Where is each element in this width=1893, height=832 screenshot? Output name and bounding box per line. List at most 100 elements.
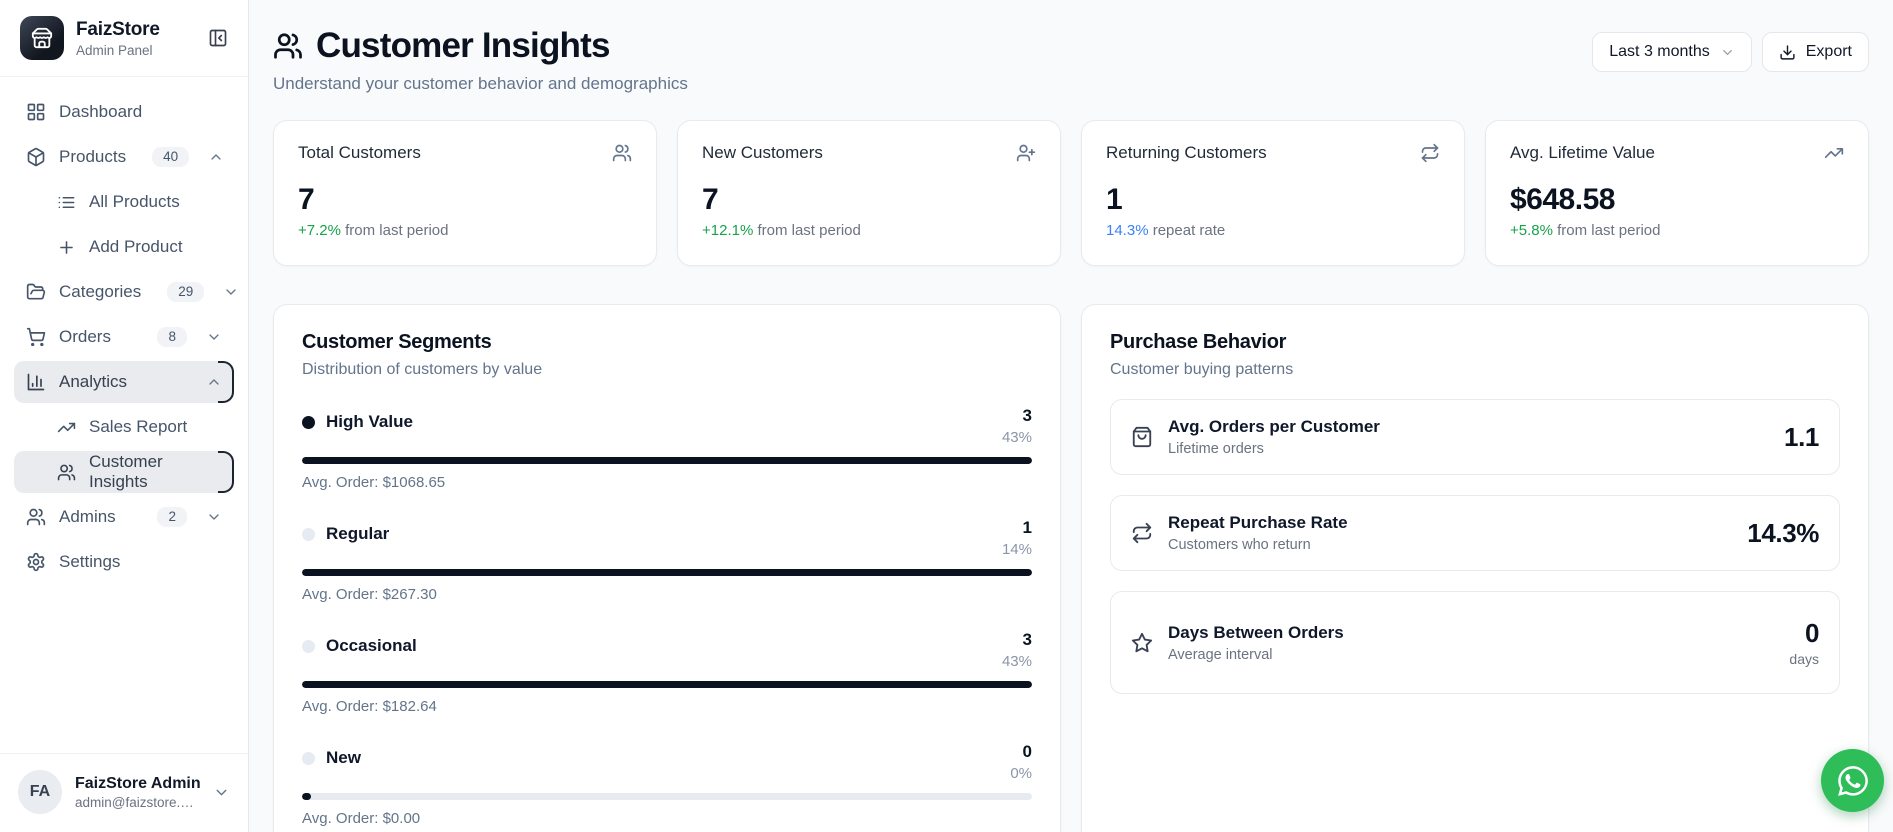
- chevron-down-icon: [206, 509, 222, 525]
- store-logo: [20, 16, 64, 60]
- sidebar-item-sales-report[interactable]: Sales Report: [14, 406, 234, 448]
- user-plus-icon: [1016, 143, 1036, 163]
- sidebar-item-all-products[interactable]: All Products: [14, 181, 234, 223]
- stat-delta-suffix: from last period: [753, 222, 861, 239]
- stat-value: 1: [1106, 183, 1440, 217]
- segment-row-high-value: High Value 3 43% Avg. Order: $1068.65: [302, 406, 1032, 491]
- download-icon: [1779, 44, 1796, 61]
- segment-bar: [302, 793, 1032, 800]
- chevron-down-icon: [223, 284, 239, 300]
- panel-subtitle: Distribution of customers by value: [302, 361, 1032, 379]
- shopping-cart-icon: [26, 327, 46, 347]
- sidebar-item-products[interactable]: Products 40: [14, 136, 234, 178]
- segment-name: Occasional: [326, 636, 417, 656]
- stat-card-returning-customers: Returning Customers 1 14.3% repeat rate: [1081, 120, 1465, 266]
- panel-left-icon: [208, 28, 228, 48]
- sidebar-item-analytics[interactable]: Analytics: [14, 361, 234, 403]
- stat-delta-suffix: from last period: [1553, 222, 1661, 239]
- sidebar-item-label: Products: [59, 147, 126, 167]
- panel-subtitle: Customer buying patterns: [1110, 361, 1840, 379]
- stat-card-total-customers: Total Customers 7 +7.2% from last period: [273, 120, 657, 266]
- list-icon: [57, 193, 76, 212]
- date-range-value: Last 3 months: [1609, 43, 1710, 61]
- orders-count-badge: 8: [157, 327, 187, 347]
- stat-delta: 14.3%: [1106, 222, 1149, 239]
- date-range-select[interactable]: Last 3 months: [1592, 32, 1752, 72]
- panel-title: Customer Segments: [302, 331, 1032, 354]
- sidebar-item-settings[interactable]: Settings: [14, 541, 234, 583]
- behavior-sublabel: Lifetime orders: [1168, 441, 1769, 457]
- purchase-behavior-panel: Purchase Behavior Customer buying patter…: [1081, 304, 1869, 832]
- trending-up-icon: [1824, 143, 1844, 163]
- behavior-value: 1.1: [1784, 422, 1819, 453]
- chevron-down-icon: [206, 329, 222, 345]
- stat-label: Total Customers: [298, 143, 421, 163]
- sidebar-item-label: Categories: [59, 282, 141, 302]
- sidebar-item-label: Sales Report: [89, 417, 187, 437]
- users-icon: [273, 31, 303, 61]
- behavior-row-days-between: Days Between Orders Average interval 0 d…: [1110, 591, 1840, 694]
- sidebar-item-admins[interactable]: Admins 2: [14, 496, 234, 538]
- segment-dot: [302, 640, 315, 653]
- trending-up-icon: [57, 418, 76, 437]
- behavior-row-avg-orders: Avg. Orders per Customer Lifetime orders…: [1110, 399, 1840, 475]
- folder-icon: [26, 282, 46, 302]
- stat-delta-suffix: repeat rate: [1149, 222, 1226, 239]
- sidebar-item-customer-insights[interactable]: Customer Insights: [14, 451, 234, 493]
- bar-chart-icon: [26, 372, 46, 392]
- stat-value: 7: [702, 183, 1036, 217]
- sidebar-item-label: Orders: [59, 327, 111, 347]
- products-count-badge: 40: [152, 147, 189, 167]
- stat-label: Returning Customers: [1106, 143, 1267, 163]
- sidebar-item-dashboard[interactable]: Dashboard: [14, 91, 234, 133]
- stats-row: Total Customers 7 +7.2% from last period…: [273, 120, 1869, 266]
- segment-row-new: New 0 0% Avg. Order: $0.00: [302, 742, 1032, 827]
- whatsapp-icon: [1836, 764, 1870, 798]
- sidebar-header: FaizStore Admin Panel: [0, 0, 248, 77]
- stat-delta-suffix: from last period: [341, 222, 449, 239]
- segment-dot: [302, 528, 315, 541]
- behavior-sublabel: Customers who return: [1168, 537, 1732, 553]
- package-icon: [26, 147, 46, 167]
- export-button[interactable]: Export: [1762, 32, 1869, 72]
- sidebar-nav: Dashboard Products 40 All Products Add P…: [0, 77, 248, 593]
- stat-label: Avg. Lifetime Value: [1510, 143, 1655, 163]
- avatar: FA: [18, 770, 62, 814]
- chevron-down-icon: [1720, 45, 1735, 60]
- behavior-unit: days: [1789, 651, 1819, 667]
- account-menu[interactable]: FA FaizStore Admin admin@faizstore.c...: [0, 753, 248, 832]
- repeat-icon: [1131, 522, 1153, 544]
- segment-dot: [302, 416, 315, 429]
- shopping-bag-icon: [1131, 426, 1153, 448]
- sidebar-item-label: Dashboard: [59, 102, 142, 122]
- segment-avg-order: Avg. Order: $182.64: [302, 698, 1032, 715]
- chevron-up-icon: [208, 149, 224, 165]
- segment-count: 1: [1002, 518, 1032, 538]
- behavior-value: 0: [1789, 618, 1819, 649]
- segment-bar: [302, 457, 1032, 464]
- behavior-label: Days Between Orders: [1168, 623, 1774, 643]
- segment-percent: 14%: [1002, 541, 1032, 558]
- sidebar-item-orders[interactable]: Orders 8: [14, 316, 234, 358]
- store-icon: [31, 27, 53, 49]
- segment-count: 0: [1010, 742, 1032, 762]
- repeat-icon: [1420, 143, 1440, 163]
- behavior-label: Repeat Purchase Rate: [1168, 513, 1732, 533]
- page-title: Customer Insights: [316, 26, 610, 66]
- sidebar-item-add-product[interactable]: Add Product: [14, 226, 234, 268]
- sidebar-item-label: Analytics: [59, 372, 127, 392]
- segment-count: 3: [1002, 406, 1032, 426]
- plus-icon: [57, 238, 76, 257]
- sidebar-collapse-button[interactable]: [206, 26, 230, 50]
- gear-icon: [26, 552, 46, 572]
- segment-avg-order: Avg. Order: $267.30: [302, 586, 1032, 603]
- sidebar-item-label: Settings: [59, 552, 120, 572]
- page-header: Customer Insights Understand your custom…: [273, 26, 1869, 94]
- segment-bar: [302, 681, 1032, 688]
- whatsapp-button[interactable]: [1821, 749, 1884, 812]
- sidebar-item-label: Admins: [59, 507, 116, 527]
- stat-value: 7: [298, 183, 632, 217]
- segment-dot: [302, 752, 315, 765]
- sidebar-item-label: Add Product: [89, 237, 183, 257]
- sidebar-item-categories[interactable]: Categories 29: [14, 271, 234, 313]
